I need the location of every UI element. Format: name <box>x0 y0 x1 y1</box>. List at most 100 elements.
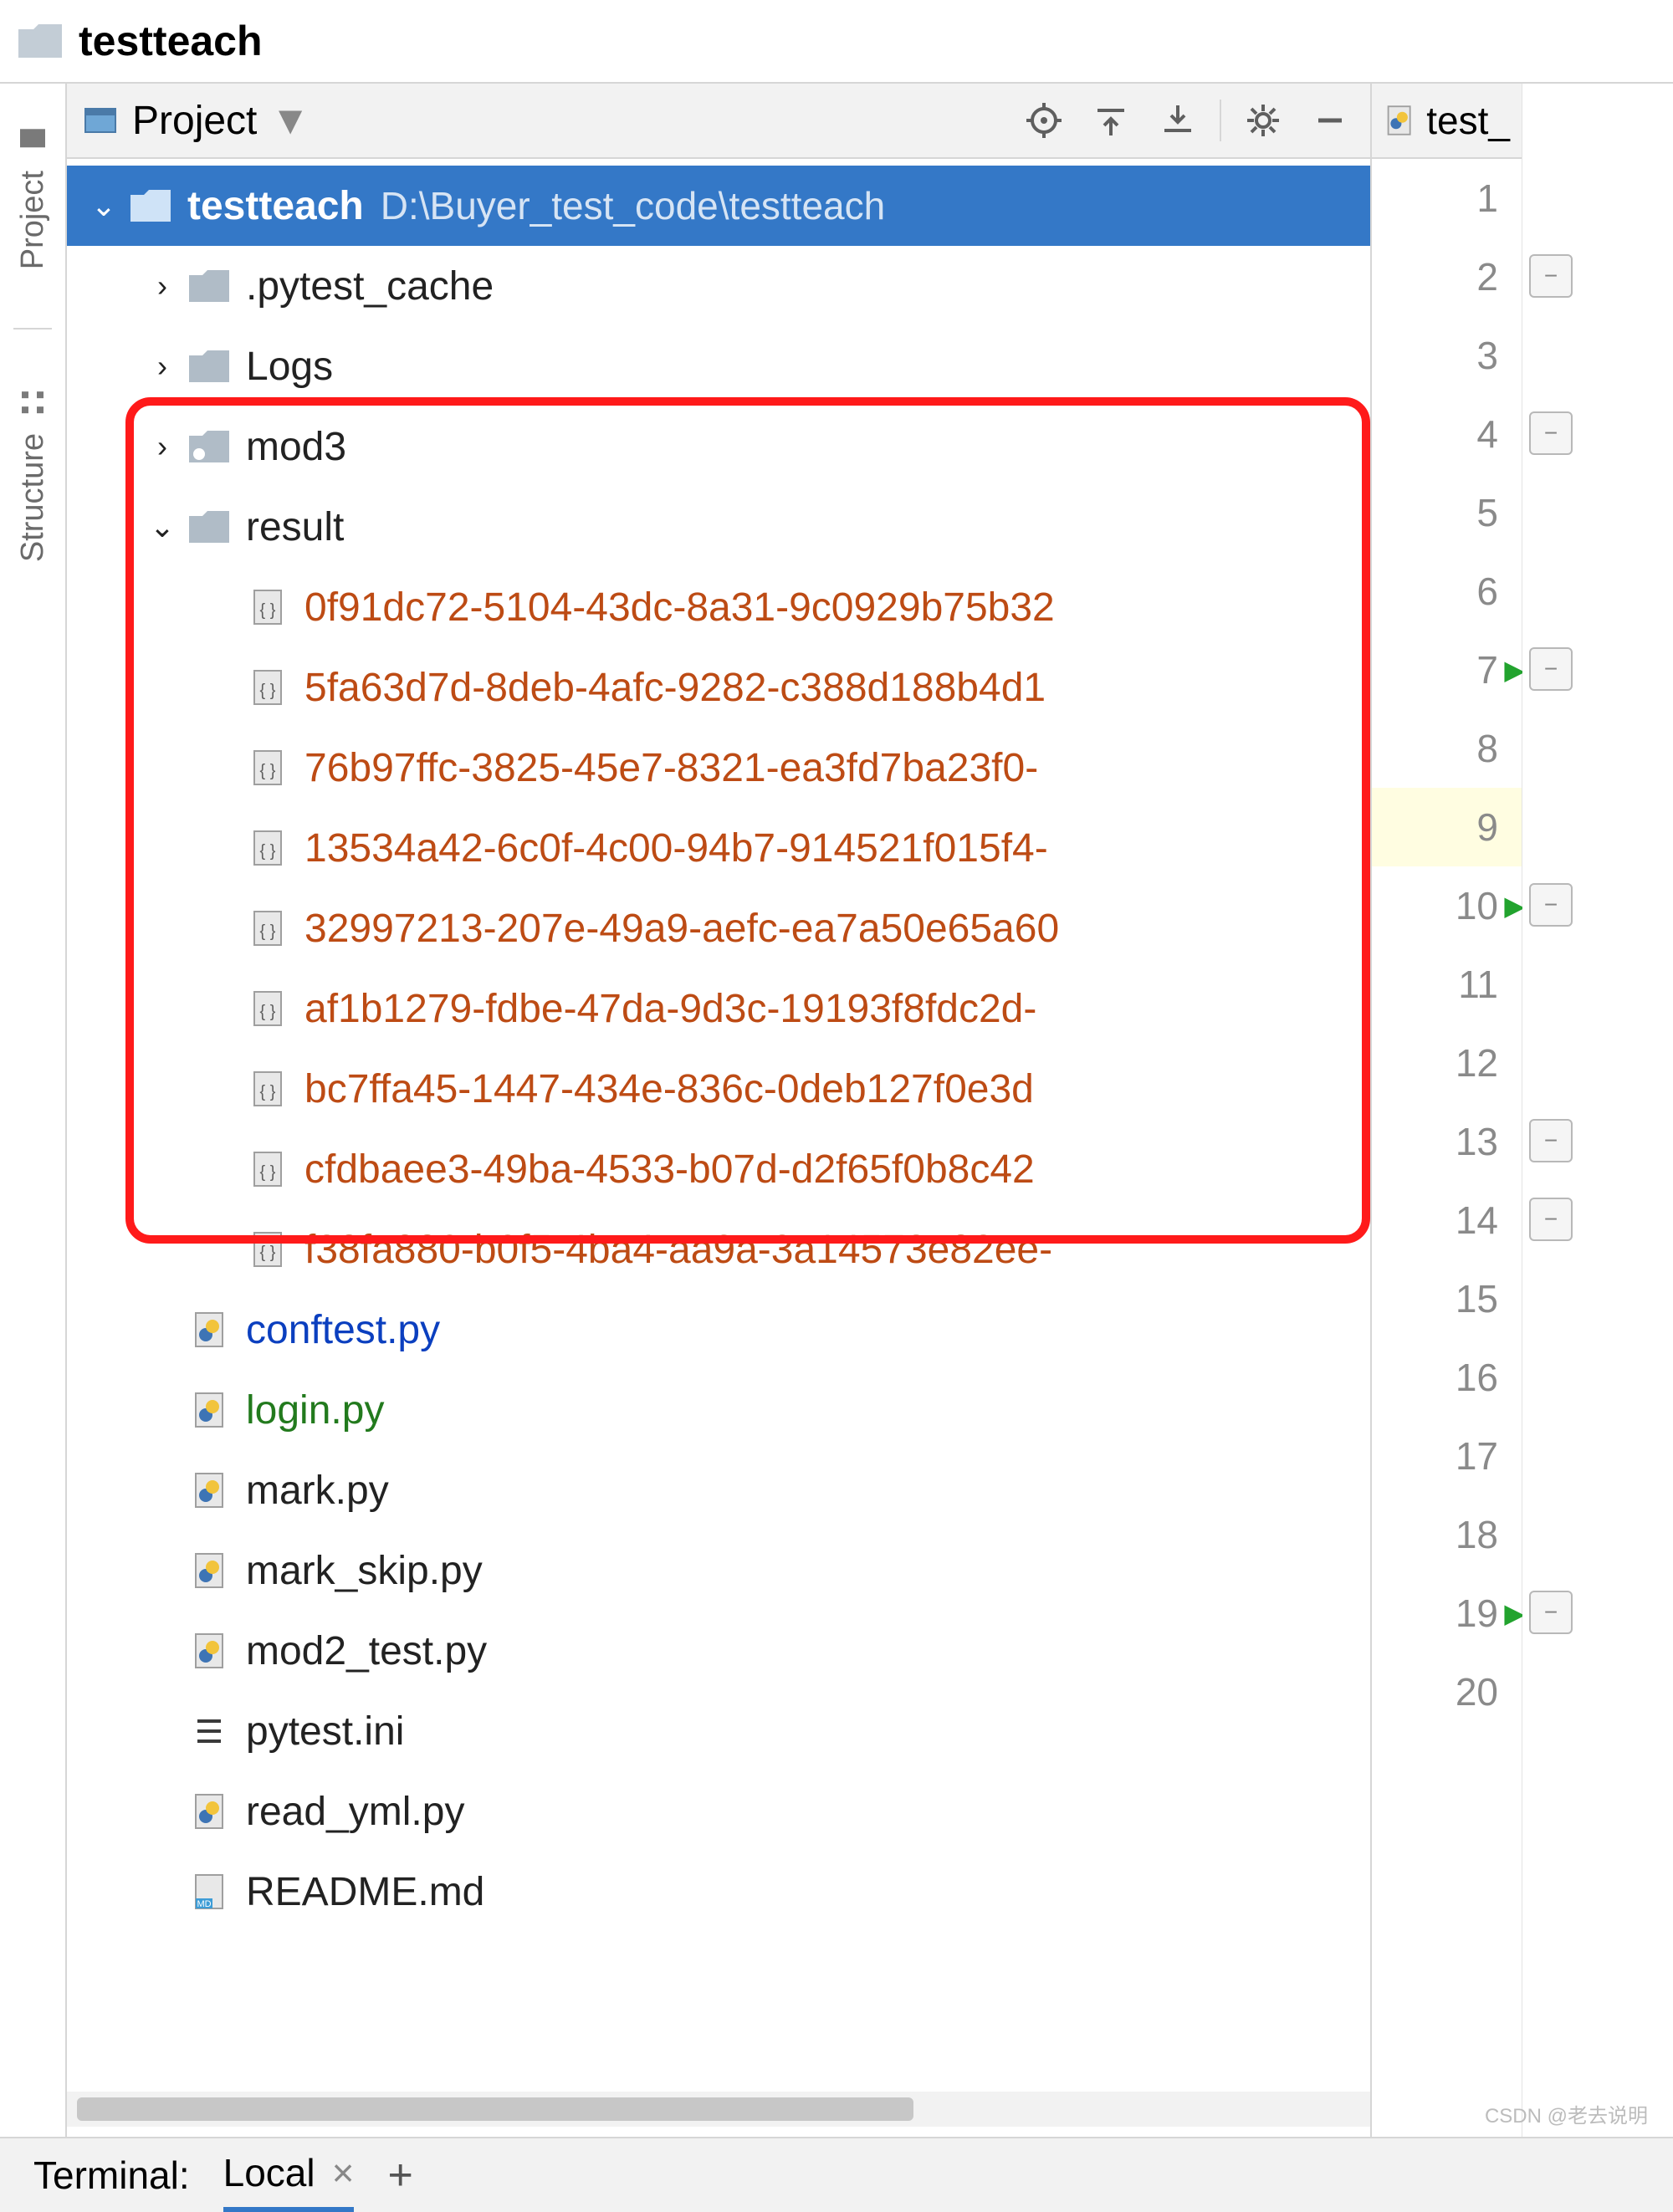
gutter-line[interactable]: 16 <box>1372 1338 1522 1417</box>
folder-icon <box>182 509 236 544</box>
expand-arrow-icon[interactable]: › <box>142 429 182 464</box>
folder-icon <box>124 188 177 223</box>
close-icon[interactable]: × <box>332 2150 355 2195</box>
side-tab-project[interactable]: Project <box>12 100 54 294</box>
tree-file-mark-py[interactable]: mark.py <box>67 1450 1370 1530</box>
tree-item-label: mark.py <box>246 1468 389 1514</box>
expand-arrow-icon[interactable]: ⌄ <box>84 188 124 223</box>
gutter-line[interactable]: 10▶ <box>1372 866 1522 945</box>
add-terminal-button[interactable]: + <box>387 2150 412 2200</box>
gutter-line[interactable]: 17 <box>1372 1417 1522 1495</box>
fold-marker-icon[interactable]: − <box>1529 254 1573 298</box>
gutter-line[interactable]: 3 <box>1372 316 1522 395</box>
tree-item-label: 5fa63d7d-8deb-4afc-9282-c388d188b4d1 <box>304 665 1046 711</box>
tree-item-label: mod2_test.py <box>246 1628 487 1674</box>
gutter-line[interactable]: 8 <box>1372 709 1522 788</box>
breadcrumb-project[interactable]: testteach <box>79 17 263 65</box>
tree-file-result-0[interactable]: { }0f91dc72-5104-43dc-8a31-9c0929b75b32 <box>67 567 1370 647</box>
horizontal-scrollbar[interactable] <box>67 2092 1370 2127</box>
gutter-line[interactable]: 15 <box>1372 1259 1522 1338</box>
gutter-line[interactable]: 9 <box>1372 788 1522 866</box>
tree-file-read-yml-py[interactable]: read_yml.py <box>67 1771 1370 1852</box>
tree-file-result-4[interactable]: { }32997213-207e-49a9-aefc-ea7a50e65a60 <box>67 888 1370 968</box>
expand-arrow-icon[interactable]: › <box>142 349 182 384</box>
svg-text:{ }: { } <box>260 762 276 780</box>
tree-file-result-8[interactable]: { } f38fa880-b0f5-4ba4-aa9a-3a14573e82ee- <box>67 1209 1370 1290</box>
gear-icon[interactable] <box>1238 95 1288 146</box>
tree-file-mod2-test-py[interactable]: mod2_test.py <box>67 1611 1370 1691</box>
tree-file-mark-skip-py[interactable]: mark_skip.py <box>67 1530 1370 1611</box>
gutter-line[interactable]: 13 <box>1372 1102 1522 1181</box>
gutter-line[interactable]: 4 <box>1372 395 1522 473</box>
tree-file-result-3[interactable]: { }13534a42-6c0f-4c00-94b7-914521f015f4- <box>67 808 1370 888</box>
expand-arrow-icon[interactable]: › <box>142 268 182 304</box>
gutter-line[interactable]: 18 <box>1372 1495 1522 1574</box>
tree-file-pytest-ini[interactable]: pytest.ini <box>67 1691 1370 1771</box>
tree-folder-logs[interactable]: ›Logs <box>67 326 1370 406</box>
panel-title: Project <box>132 98 257 144</box>
scrollbar-thumb[interactable] <box>77 2097 913 2121</box>
panel-title-group[interactable]: Project ▼ <box>82 98 310 144</box>
gutter-line[interactable]: 5 <box>1372 473 1522 552</box>
watermark: CSDN @老去说明 <box>1485 2099 1648 2128</box>
fold-marker-icon[interactable]: − <box>1529 1198 1573 1241</box>
py-file-icon <box>182 1470 236 1510</box>
gutter-line[interactable]: 12 <box>1372 1024 1522 1102</box>
side-rail: Project Structure <box>0 84 67 2137</box>
tree-root[interactable]: ⌄testteachD:\Buyer_test_code\testteach <box>67 166 1370 246</box>
fold-column: − − − − − − − <box>1522 84 1581 2137</box>
gutter-line[interactable]: 14 <box>1372 1181 1522 1259</box>
editor-area: test_ 1234567▶8910▶111213141516171819▶20… <box>1372 84 1673 2137</box>
tree-item-label: login.py <box>246 1387 384 1433</box>
expand-arrow-icon[interactable]: ⌄ <box>142 509 182 544</box>
tree-item-label: result <box>246 504 344 550</box>
tree-file-conftest-py[interactable]: conftest.py <box>67 1290 1370 1370</box>
gutter-line[interactable]: 1 <box>1372 159 1522 238</box>
locate-icon[interactable] <box>1019 95 1069 146</box>
py-file-icon <box>182 1791 236 1831</box>
fold-marker-icon[interactable]: − <box>1529 883 1573 927</box>
json-file-icon: { } <box>241 828 294 868</box>
svg-text:{ }: { } <box>260 1244 276 1262</box>
ini-file-icon <box>182 1711 236 1751</box>
tree-file-result-2[interactable]: { }76b97ffc-3825-45e7-8321-ea3fd7ba23f0- <box>67 728 1370 808</box>
json-file-icon: { } <box>241 1149 294 1189</box>
chevron-down-icon[interactable]: ▼ <box>270 98 310 144</box>
gutter-line[interactable]: 7▶ <box>1372 631 1522 709</box>
editor-tab[interactable]: test_ <box>1372 84 1522 159</box>
tree-item-label: 0f91dc72-5104-43dc-8a31-9c0929b75b32 <box>304 585 1055 631</box>
fold-marker-icon[interactable]: − <box>1529 647 1573 691</box>
tree-file-result-1[interactable]: { }5fa63d7d-8deb-4afc-9282-c388d188b4d1 <box>67 647 1370 728</box>
divider <box>13 328 53 330</box>
gutter-line[interactable]: 20 <box>1372 1653 1522 1731</box>
tree-file-result-6[interactable]: { }bc7ffa45-1447-434e-836c-0deb127f0e3d <box>67 1049 1370 1129</box>
tree-file-result-7[interactable]: { }cfdbaee3-49ba-4533-b07d-d2f65f0b8c42 <box>67 1129 1370 1209</box>
tree-file-readme-md[interactable]: MDREADME.md <box>67 1852 1370 1932</box>
svg-text:{ }: { } <box>260 1003 276 1021</box>
terminal-tab-local[interactable]: Local × <box>223 2138 355 2212</box>
gutter-line[interactable]: 2 <box>1372 238 1522 316</box>
py-file-icon <box>182 1390 236 1430</box>
collapse-all-icon[interactable] <box>1153 95 1203 146</box>
json-file-icon: { } <box>241 908 294 948</box>
side-tab-structure[interactable]: Structure <box>12 363 54 587</box>
gutter-line[interactable]: 19▶ <box>1372 1574 1522 1653</box>
fold-marker-icon[interactable]: − <box>1529 411 1573 455</box>
project-tree[interactable]: ⌄testteachD:\Buyer_test_code\testteach ›.… <box>67 159 1370 2137</box>
tree-item-label: f38fa880-b0f5-4ba4-aa9a-3a14573e82ee- <box>304 1227 1052 1273</box>
tree-file-result-5[interactable]: { }af1b1279-fdbe-47da-9d3c-19193f8fdc2d- <box>67 968 1370 1049</box>
svg-text:{ }: { } <box>260 842 276 861</box>
gutter-line[interactable]: 11 <box>1372 945 1522 1024</box>
svg-text:{ }: { } <box>260 1163 276 1182</box>
minimize-icon[interactable] <box>1305 95 1355 146</box>
tree-file-login-py[interactable]: login.py <box>67 1370 1370 1450</box>
gutter-line[interactable]: 6 <box>1372 552 1522 631</box>
tree-item-label: bc7ffa45-1447-434e-836c-0deb127f0e3d <box>304 1066 1034 1112</box>
expand-all-icon[interactable] <box>1086 95 1136 146</box>
tree-folder-mod3[interactable]: ›mod3 <box>67 406 1370 487</box>
tree-folder-result[interactable]: ⌄ result <box>67 487 1370 567</box>
fold-marker-icon[interactable]: − <box>1529 1119 1573 1162</box>
tree-folder--pytest-cache[interactable]: › .pytest_cache <box>67 246 1370 326</box>
fold-marker-icon[interactable]: − <box>1529 1591 1573 1634</box>
tree-item-label: .pytest_cache <box>246 263 494 309</box>
